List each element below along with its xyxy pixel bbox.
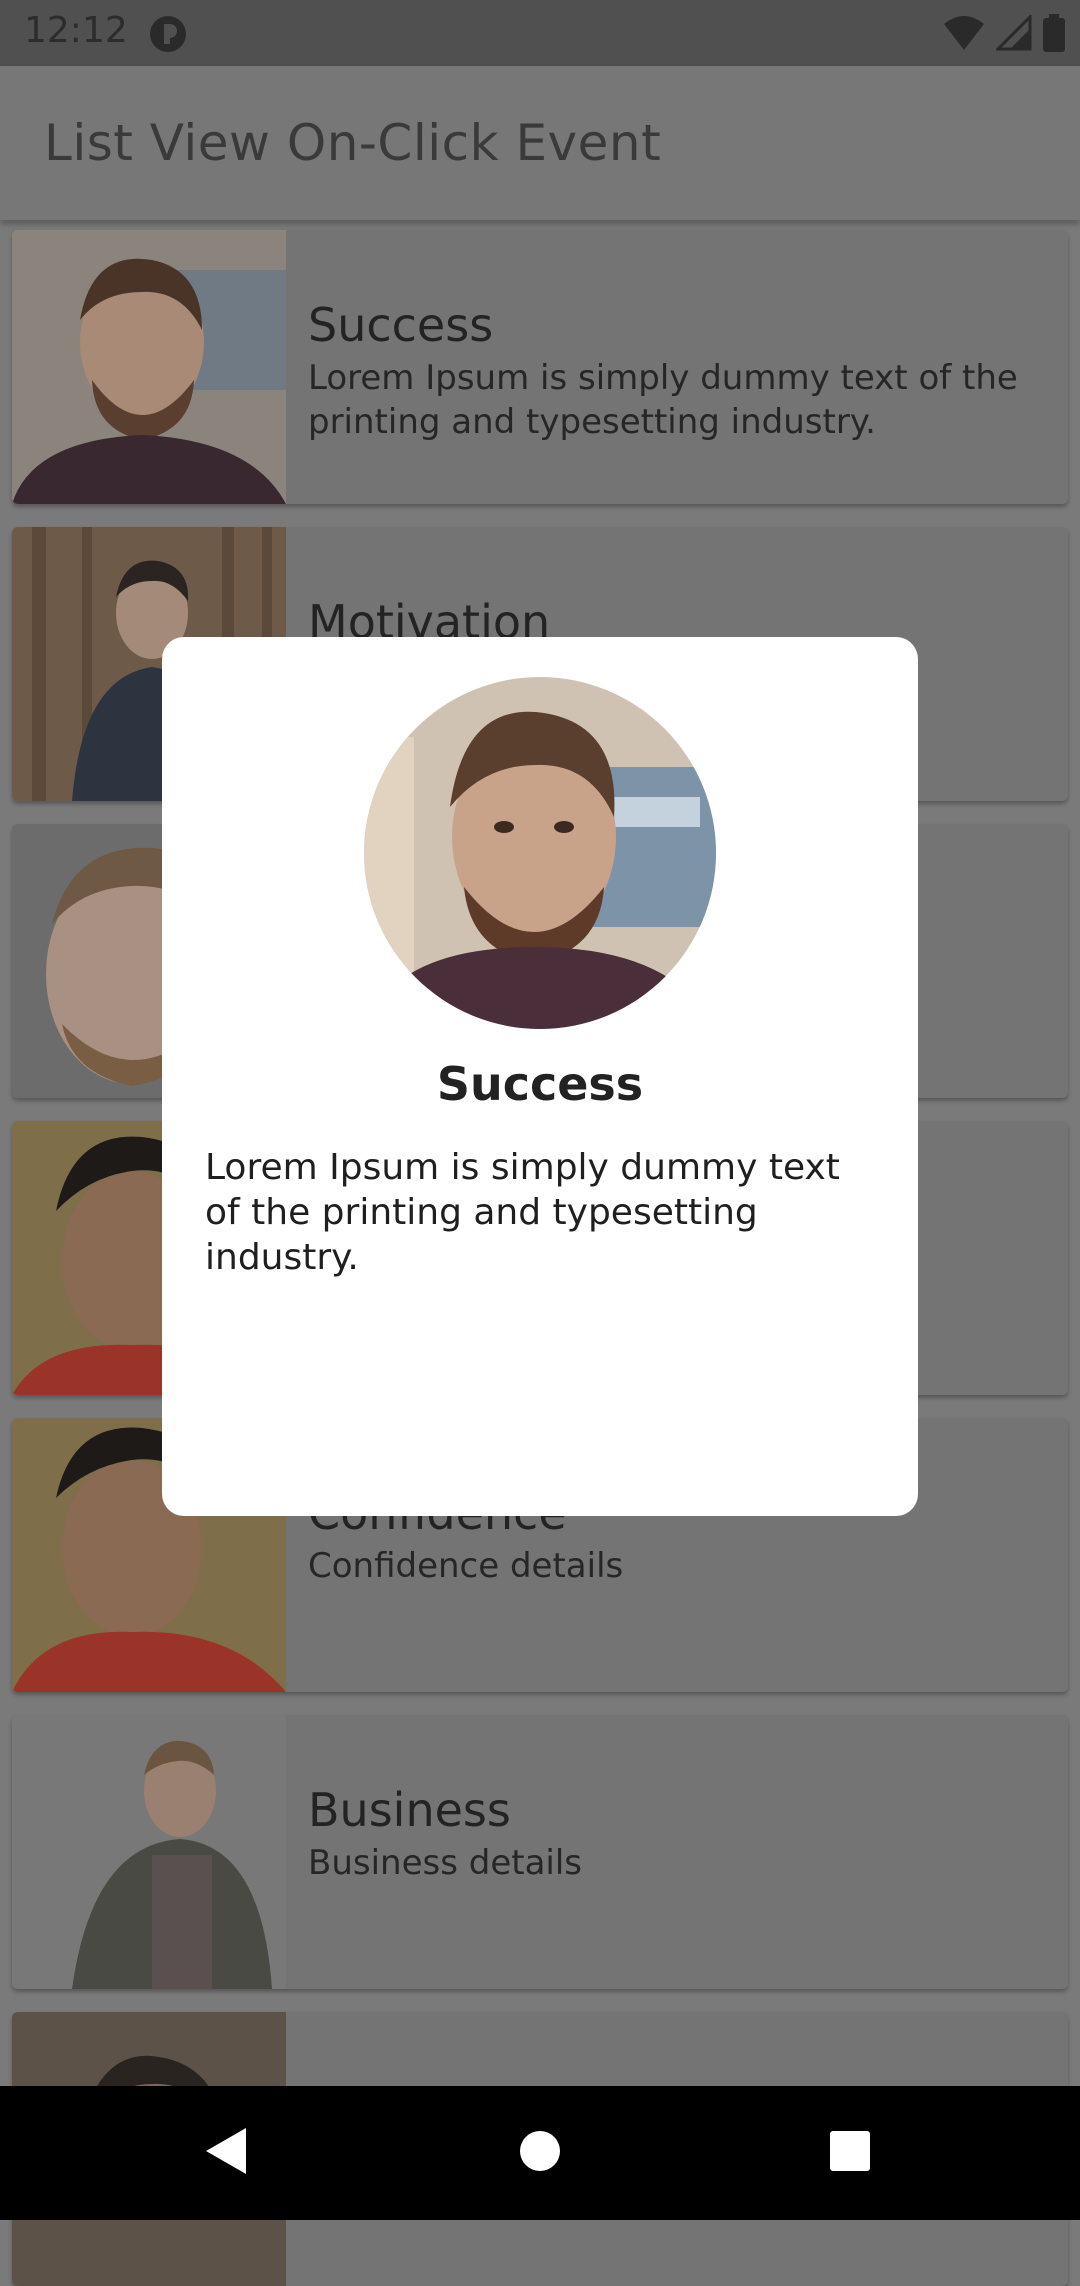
back-icon — [202, 2126, 248, 2180]
status-icons — [942, 13, 1066, 56]
nav-recents-button[interactable] — [783, 2086, 917, 2220]
list-item-subtitle: Business details — [308, 1843, 583, 1883]
list-item-subtitle: Lorem Ipsum is simply dummy text of the … — [308, 358, 1018, 442]
thumbnail-image — [12, 230, 286, 504]
dialog-description: Lorem Ipsum is simply dummy text of the … — [205, 1147, 840, 1278]
list-item-title: Success — [308, 298, 494, 352]
nav-back-button[interactable] — [158, 2086, 292, 2220]
signal-icon — [994, 13, 1032, 55]
status-time: 12:12 — [24, 10, 128, 51]
battery-icon — [1042, 14, 1066, 56]
status-bar: 12:12 — [0, 0, 1080, 66]
list-item[interactable]: Business Business details — [12, 1715, 1068, 1989]
app-bar: List View On-Click Event — [0, 66, 1080, 220]
list-item[interactable]: Success Lorem Ipsum is simply dummy text… — [12, 230, 1068, 504]
nav-home-button[interactable] — [473, 2086, 607, 2220]
recents-icon — [830, 2131, 870, 2175]
detail-dialog[interactable]: Success Lorem Ipsum is simply dummy text… — [162, 637, 918, 1516]
page-title: List View On-Click Event — [44, 114, 662, 172]
home-icon — [519, 2130, 561, 2176]
wifi-icon — [942, 14, 986, 56]
system-nav-bar — [0, 2086, 1080, 2220]
dialog-title: Success — [436, 1057, 644, 1111]
thumbnail-image — [12, 1715, 286, 1989]
list-item-subtitle: Confidence details — [308, 1546, 624, 1586]
list-item-title: Business — [308, 1783, 511, 1837]
avatar — [364, 677, 716, 1029]
app-notification-icon — [148, 14, 188, 58]
